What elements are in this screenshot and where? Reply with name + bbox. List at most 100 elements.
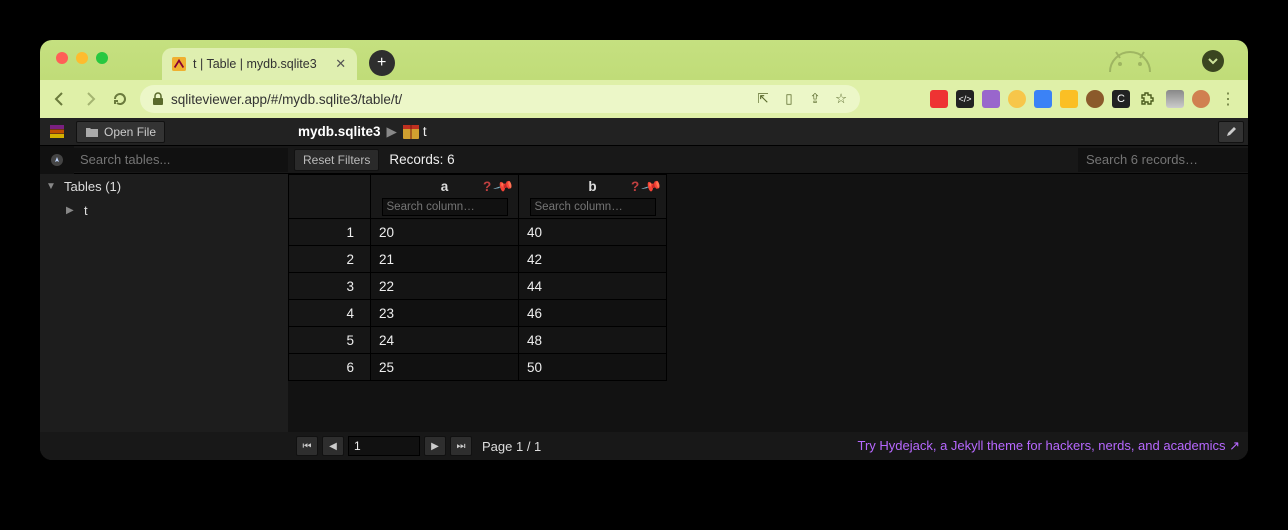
extension-icon[interactable]: C <box>1112 90 1130 108</box>
browser-tab[interactable]: t | Table | mydb.sqlite3 ✕ <box>162 48 357 80</box>
sidebar-search-icon-box <box>40 146 74 174</box>
edit-toggle-button[interactable] <box>1218 121 1244 143</box>
cell[interactable]: 46 <box>519 300 667 327</box>
cell[interactable]: 44 <box>519 273 667 300</box>
omnibox[interactable]: sqliteviewer.app/#/mydb.sqlite3/table/t/… <box>140 85 860 113</box>
table-row[interactable]: 52448 <box>289 327 667 354</box>
extension-icon[interactable] <box>1034 90 1052 108</box>
extension-icon[interactable]: </> <box>956 90 974 108</box>
open-file-label: Open File <box>104 125 156 139</box>
prev-page-button[interactable]: ◀ <box>322 436 344 456</box>
pin-column-icon[interactable]: 📌 <box>492 176 515 198</box>
close-tab-button[interactable]: ✕ <box>335 58 347 70</box>
extension-icon[interactable] <box>1060 90 1078 108</box>
tab-title: t | Table | mydb.sqlite3 <box>193 57 317 71</box>
nav-back-button[interactable] <box>50 89 70 109</box>
data-table: a ? 📌 b ? 📌 <box>288 174 667 381</box>
cell[interactable]: 42 <box>519 246 667 273</box>
cell[interactable]: 23 <box>371 300 519 327</box>
table-icon <box>403 125 419 139</box>
profile-avatar[interactable] <box>1192 90 1210 108</box>
address-bar: sqliteviewer.app/#/mydb.sqlite3/table/t/… <box>40 80 1248 118</box>
reload-button[interactable] <box>110 89 130 109</box>
row-number: 2 <box>289 246 371 273</box>
close-window-button[interactable] <box>56 52 68 64</box>
table-row[interactable]: 22142 <box>289 246 667 273</box>
search-records-input[interactable] <box>1078 148 1248 172</box>
extension-icon[interactable] <box>1008 90 1026 108</box>
extension-icon[interactable] <box>982 90 1000 108</box>
first-page-button[interactable]: ⏮ <box>296 436 318 456</box>
cell[interactable]: 40 <box>519 219 667 246</box>
table-tree-label: t <box>84 203 88 218</box>
table-row[interactable]: 12040 <box>289 219 667 246</box>
install-app-icon[interactable]: ⇱ <box>756 91 770 107</box>
pager: ⏮ ◀ ▶ ⏭ Page 1 / 1 Try Hydejack, a Jekyl… <box>288 432 1248 460</box>
tabs-dropdown-button[interactable] <box>1202 50 1224 72</box>
table-row[interactable]: 32244 <box>289 273 667 300</box>
column-name: a <box>441 179 449 194</box>
column-header[interactable]: a ? 📌 <box>371 175 519 219</box>
rownum-header <box>289 175 371 219</box>
cell[interactable]: 22 <box>371 273 519 300</box>
new-tab-button[interactable]: + <box>369 50 395 76</box>
cell[interactable]: 25 <box>371 354 519 381</box>
app-logo <box>40 118 74 146</box>
reset-filters-button[interactable]: Reset Filters <box>294 149 379 171</box>
url-text: sqliteviewer.app/#/mydb.sqlite3/table/t/ <box>171 92 402 107</box>
next-page-button[interactable]: ▶ <box>424 436 446 456</box>
android-decoration <box>1102 42 1158 78</box>
extension-icon[interactable] <box>930 90 948 108</box>
column-filter-input[interactable] <box>382 198 508 216</box>
table-row[interactable]: 62550 <box>289 354 667 381</box>
extension-icon[interactable] <box>1166 90 1184 108</box>
reader-icon[interactable]: ▯ <box>782 91 796 107</box>
tables-heading-row[interactable]: ▼ Tables (1) <box>40 174 288 198</box>
row-number: 6 <box>289 354 371 381</box>
breadcrumb-separator: ▶ <box>387 124 397 140</box>
compass-icon <box>49 152 65 168</box>
table-tree-item[interactable]: ▶ t <box>40 198 288 222</box>
open-file-button[interactable]: Open File <box>76 121 165 143</box>
pencil-icon <box>1225 126 1237 138</box>
minimize-window-button[interactable] <box>76 52 88 64</box>
last-page-button[interactable]: ⏭ <box>450 436 472 456</box>
caret-down-icon: ▼ <box>46 181 58 192</box>
cell[interactable]: 21 <box>371 246 519 273</box>
zoom-window-button[interactable] <box>96 52 108 64</box>
cell[interactable]: 20 <box>371 219 519 246</box>
page-input[interactable] <box>348 436 420 456</box>
data-pane: a ? 📌 b ? 📌 <box>288 174 1248 432</box>
header-row: a ? 📌 b ? 📌 <box>289 175 667 219</box>
extensions-button[interactable] <box>1138 89 1158 109</box>
breadcrumb-table[interactable]: t <box>423 124 427 139</box>
caret-right-icon: ▶ <box>66 205 78 216</box>
top-left-toolbar: Open File <box>40 118 288 146</box>
chevron-down-icon <box>1207 55 1219 67</box>
omnibox-actions: ⇱ ▯ ⇪ ☆ <box>756 91 848 107</box>
stack-icon <box>48 123 66 141</box>
breadcrumb-db[interactable]: mydb.sqlite3 <box>298 124 381 139</box>
cell[interactable]: 24 <box>371 327 519 354</box>
sidebar-search-row <box>40 146 288 174</box>
column-header[interactable]: b ? 📌 <box>519 175 667 219</box>
share-icon[interactable]: ⇪ <box>808 91 822 107</box>
table-row[interactable]: 42346 <box>289 300 667 327</box>
lock-icon <box>152 92 164 106</box>
nav-forward-button[interactable] <box>80 89 100 109</box>
promo-link[interactable]: Try Hydejack, a Jekyll theme for hackers… <box>857 438 1240 454</box>
type-unknown-icon[interactable]: ? <box>631 179 639 195</box>
cell[interactable]: 48 <box>519 327 667 354</box>
sidebar-search-input[interactable] <box>74 148 288 172</box>
cell[interactable]: 50 <box>519 354 667 381</box>
column-name: b <box>588 179 596 194</box>
sidebar-footer <box>40 432 288 460</box>
type-unknown-icon[interactable]: ? <box>483 179 491 195</box>
page-indicator: Page 1 / 1 <box>482 439 541 454</box>
extension-icon[interactable] <box>1086 90 1104 108</box>
column-filter-input[interactable] <box>530 198 656 216</box>
pin-column-icon[interactable]: 📌 <box>640 176 663 198</box>
bookmark-icon[interactable]: ☆ <box>834 91 848 107</box>
tables-heading: Tables (1) <box>64 179 121 194</box>
browser-menu-button[interactable]: ⋮ <box>1218 89 1238 109</box>
